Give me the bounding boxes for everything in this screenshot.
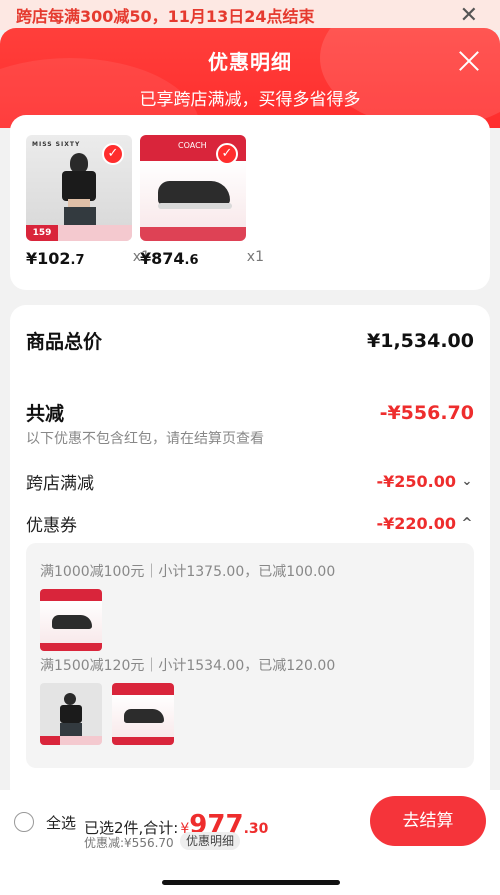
- cross-store-value: -¥250.00: [376, 472, 456, 491]
- product-list-card: MISS SIXTY 159 ✓ ¥102.7 x1 COACH ✓ ¥874.…: [10, 115, 490, 290]
- coupon-product-image: [40, 589, 102, 651]
- brand-logo: COACH: [178, 141, 207, 150]
- discount-detail-button[interactable]: 优惠明细: [180, 832, 241, 850]
- discount-summary: 优惠减:¥556.70: [84, 836, 174, 850]
- total-label: 商品总价: [26, 331, 103, 353]
- product-item[interactable]: MISS SIXTY 159 ✓ ¥102.7 x1: [26, 135, 150, 268]
- discount-value: -¥556.70: [379, 401, 474, 424]
- summary-card: 商品总价 ¥1,534.00 共减 -¥556.70 以下优惠不包含红包，请在结…: [10, 305, 490, 805]
- chevron-down-icon[interactable]: ⌄: [460, 474, 474, 489]
- cross-store-label: 跨店满减: [26, 474, 94, 494]
- coupon-condition: 满1000减100元｜小计1375.00，已减100.00: [40, 564, 336, 580]
- sheet-header: 优惠明细 已享跨店满减，买得多省得多: [0, 28, 500, 128]
- sheet-title: 优惠明细: [208, 50, 292, 74]
- product-image: COACH ✓: [140, 135, 246, 241]
- coupon-product-image: [40, 683, 102, 745]
- banner-close-icon[interactable]: ✕: [460, 3, 478, 28]
- discount-note: 以下优惠不包含红包，请在结算页查看: [26, 431, 264, 447]
- total-decimal: .30: [243, 821, 269, 837]
- sheet-subtitle: 已享跨店满减，买得多省得多: [139, 90, 361, 110]
- product-price: ¥874.6: [140, 249, 199, 268]
- promo-banner: 跨店每满300减50，11月13日24点结束 ✕: [0, 0, 500, 30]
- close-icon[interactable]: [456, 48, 482, 74]
- checkmark-icon: ✓: [216, 143, 238, 165]
- coupon-label: 优惠券: [26, 516, 77, 536]
- cross-store-row[interactable]: 跨店满减 -¥250.00 ⌄: [26, 469, 474, 494]
- checkout-button[interactable]: 去结算: [370, 796, 486, 846]
- product-qty: x1: [246, 249, 264, 265]
- select-all-radio[interactable]: [14, 812, 34, 832]
- select-all-label[interactable]: 全选: [46, 812, 76, 833]
- checkmark-icon: ✓: [102, 143, 124, 165]
- chevron-up-icon[interactable]: ^: [460, 516, 474, 531]
- total-value: ¥1,534.00: [367, 329, 474, 352]
- brand-logo: MISS SIXTY: [32, 141, 81, 148]
- coupon-product-image: [112, 683, 174, 745]
- home-indicator: [162, 880, 340, 885]
- product-item[interactable]: COACH ✓ ¥874.6 x1: [140, 135, 264, 268]
- discount-label: 共减: [26, 403, 65, 425]
- discount-row: 共减 -¥556.70: [26, 399, 474, 426]
- checkout-bar: 全选 已选2件,合计: ¥ 977 .30 优惠减:¥556.70 优惠明细 去…: [0, 790, 500, 895]
- coupon-detail-box: 满1000减100元｜小计1375.00，已减100.00 满1500减120元…: [26, 543, 474, 768]
- product-price: ¥102.7: [26, 249, 85, 268]
- thumb-price-tag: 159: [26, 225, 58, 241]
- promo-banner-text: 跨店每满300减50，11月13日24点结束: [16, 7, 315, 26]
- total-row: 商品总价 ¥1,534.00: [26, 327, 474, 354]
- coupon-value: -¥220.00: [376, 514, 456, 533]
- product-image: MISS SIXTY 159 ✓: [26, 135, 132, 241]
- coupon-condition: 满1500减120元｜小计1534.00，已减120.00: [40, 658, 336, 674]
- coupon-row[interactable]: 优惠券 -¥220.00 ^: [26, 511, 474, 536]
